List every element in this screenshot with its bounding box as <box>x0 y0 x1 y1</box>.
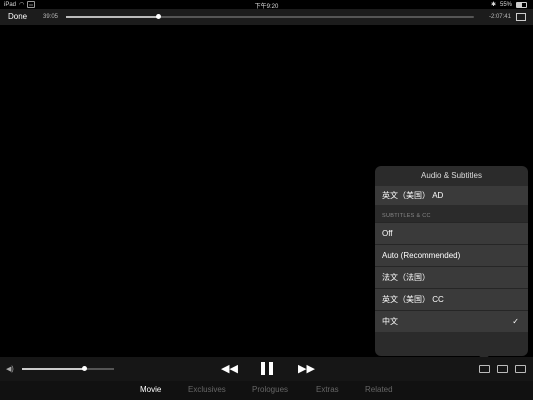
subtitles-section-header: SUBTITLES & CC <box>382 213 431 219</box>
done-button[interactable]: Done <box>8 12 27 21</box>
pause-icon[interactable] <box>261 362 273 375</box>
tab-movie[interactable]: Movie <box>140 385 161 394</box>
checkmark-icon: ✓ <box>512 317 519 326</box>
status-bar: iPad ◠ ▭ 下午9:20 ✱ 55% <box>0 0 533 10</box>
player-top-bar: Done 39:05 -2:07:41 <box>0 9 533 25</box>
subtitle-label: Auto (Recommended) <box>382 251 461 260</box>
subtitle-option-auto[interactable]: Auto (Recommended) <box>375 244 528 266</box>
tab-related[interactable]: Related <box>365 385 393 394</box>
battery-icon <box>516 1 527 8</box>
tab-extras[interactable]: Extras <box>316 385 339 394</box>
scrubber-progress <box>66 16 158 18</box>
airplay-icon[interactable] <box>497 365 508 373</box>
subtitle-label: 中文 <box>382 317 398 326</box>
volume-slider[interactable] <box>22 366 114 371</box>
bluetooth-icon: ✱ <box>490 2 496 8</box>
audio-option[interactable]: 英文（美国） AD <box>375 186 528 205</box>
subtitle-label: 法文（法国） <box>382 273 430 282</box>
subtitles-icon[interactable] <box>479 365 490 373</box>
picture-in-picture-icon[interactable] <box>515 365 526 373</box>
volume-level <box>22 368 84 370</box>
subtitle-option-chinese[interactable]: 中文 ✓ <box>375 310 528 332</box>
subtitle-option-english-cc[interactable]: 英文（美国） CC <box>375 288 528 310</box>
scrubber-knob[interactable] <box>155 14 161 19</box>
subtitle-label: Off <box>382 229 393 238</box>
remaining-time: -2:07:41 <box>488 14 511 20</box>
speaker-icon: ◀) <box>6 366 14 373</box>
subtitle-label: 英文（美国） CC <box>382 295 444 304</box>
subtitle-option-french[interactable]: 法文（法国） <box>375 266 528 288</box>
tab-prologues[interactable]: Prologues <box>252 385 288 394</box>
aspect-ratio-icon[interactable] <box>516 13 526 21</box>
battery-percent: 55% <box>499 1 512 8</box>
volume-knob[interactable] <box>81 366 87 371</box>
popover-title: Audio & Subtitles <box>421 171 482 180</box>
scrubber[interactable] <box>66 14 474 19</box>
rewind-icon[interactable]: ◀◀ <box>221 362 238 375</box>
elapsed-time: 39:05 <box>43 14 59 20</box>
playback-controls: ◀) ◀◀ ▶▶ <box>0 357 533 381</box>
fast-forward-icon[interactable]: ▶▶ <box>298 362 315 375</box>
subtitle-option-off[interactable]: Off <box>375 222 528 244</box>
audio-subtitles-popover: Audio & Subtitles 英文（美国） AD SUBTITLES & … <box>375 166 528 356</box>
tab-exclusives[interactable]: Exclusives <box>188 385 226 394</box>
content-tabs: Movie Exclusives Prologues Extras Relate… <box>0 381 533 400</box>
